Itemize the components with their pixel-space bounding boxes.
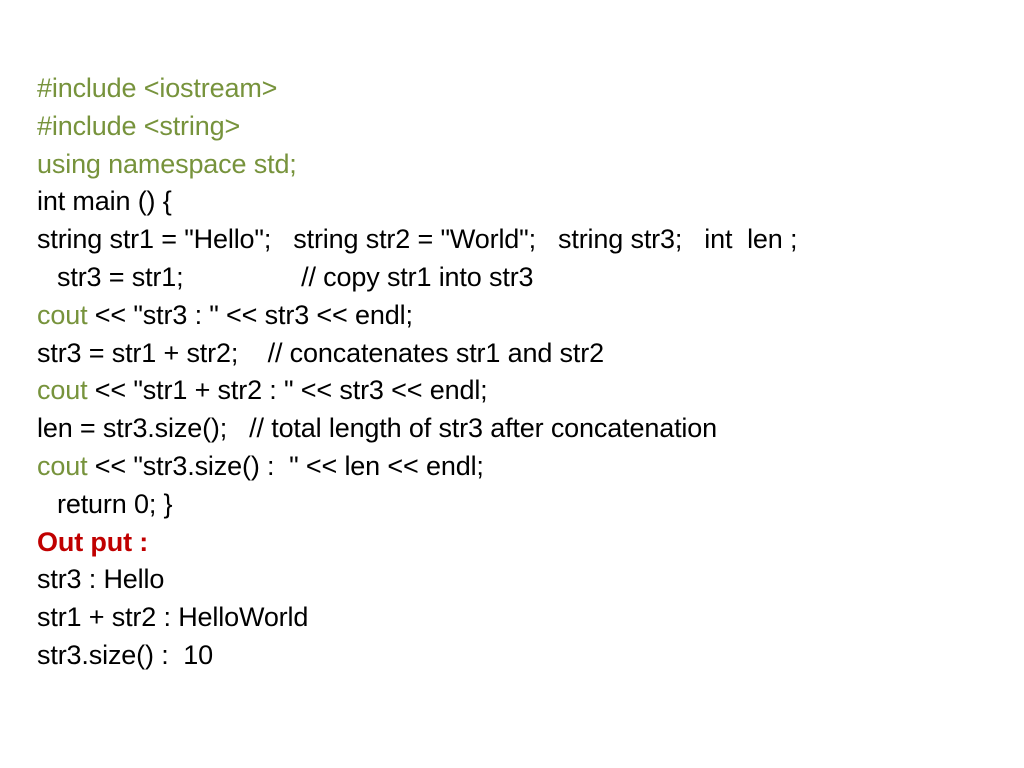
output-line-2: str1 + str2 : HelloWorld — [37, 602, 309, 633]
code-keyword: #include <iostream> — [37, 73, 278, 103]
code-listing: #include <iostream> #include <string> usin… — [37, 70, 997, 675]
output-heading: Out put : — [37, 526, 149, 557]
code-keyword: cout — [37, 299, 88, 330]
code-text: << "str3.size() : " << len << endl; — [87, 450, 484, 481]
code-keyword: #include <string> — [37, 110, 241, 141]
code-line-cout-str3: cout << "str3 : " << str3 << endl; — [37, 297, 997, 335]
code-line-concat-assign: str3 = str1 + str2; // concatenates str1… — [37, 335, 997, 373]
code-text: return 0; } — [57, 488, 173, 519]
code-line-int-main: int main () { — [37, 183, 997, 221]
code-text: << "str3 : " << str3 << endl; — [87, 299, 413, 330]
code-text: << "str1 + str2 : " << str3 << endl; — [87, 375, 488, 406]
slide-canvas: #include <iostream> #include <string> usin… — [0, 0, 1024, 768]
code-keyword: cout — [37, 450, 88, 481]
code-line-using-namespace: using namespace std; — [37, 146, 997, 184]
code-text: str3 = str1 + str2; // concatenates str1… — [37, 337, 604, 368]
code-text: str3 = str1; // copy str1 into str3 — [57, 261, 534, 292]
output-line-3: str3.size() : 10 — [37, 639, 213, 670]
output-line-1: str3 : Hello — [37, 564, 165, 595]
code-keyword: cout — [37, 375, 88, 406]
code-text: len = str3.size(); // total length of st… — [37, 413, 718, 444]
code-line-cout-concat: cout << "str1 + str2 : " << str3 << endl… — [37, 372, 997, 410]
code-line-copy-assign: str3 = str1; // copy str1 into str3 — [37, 259, 997, 297]
code-keyword: using namespace std; — [37, 148, 297, 179]
code-line-return-close: return 0; } — [37, 486, 997, 524]
code-line-cout-size: cout << "str3.size() : " << len << endl; — [37, 448, 997, 486]
code-line-len-assign: len = str3.size(); // total length of st… — [37, 410, 997, 448]
code-line-declarations: string str1 = "Hello"; string str2 = "Wo… — [37, 221, 997, 259]
code-line-include-iostream: #include <iostream> — [37, 70, 997, 108]
code-line-include-string: #include <string> — [37, 108, 997, 146]
code-text: int main () { — [37, 186, 172, 217]
code-text: string str1 = "Hello"; string str2 = "Wo… — [37, 224, 798, 255]
